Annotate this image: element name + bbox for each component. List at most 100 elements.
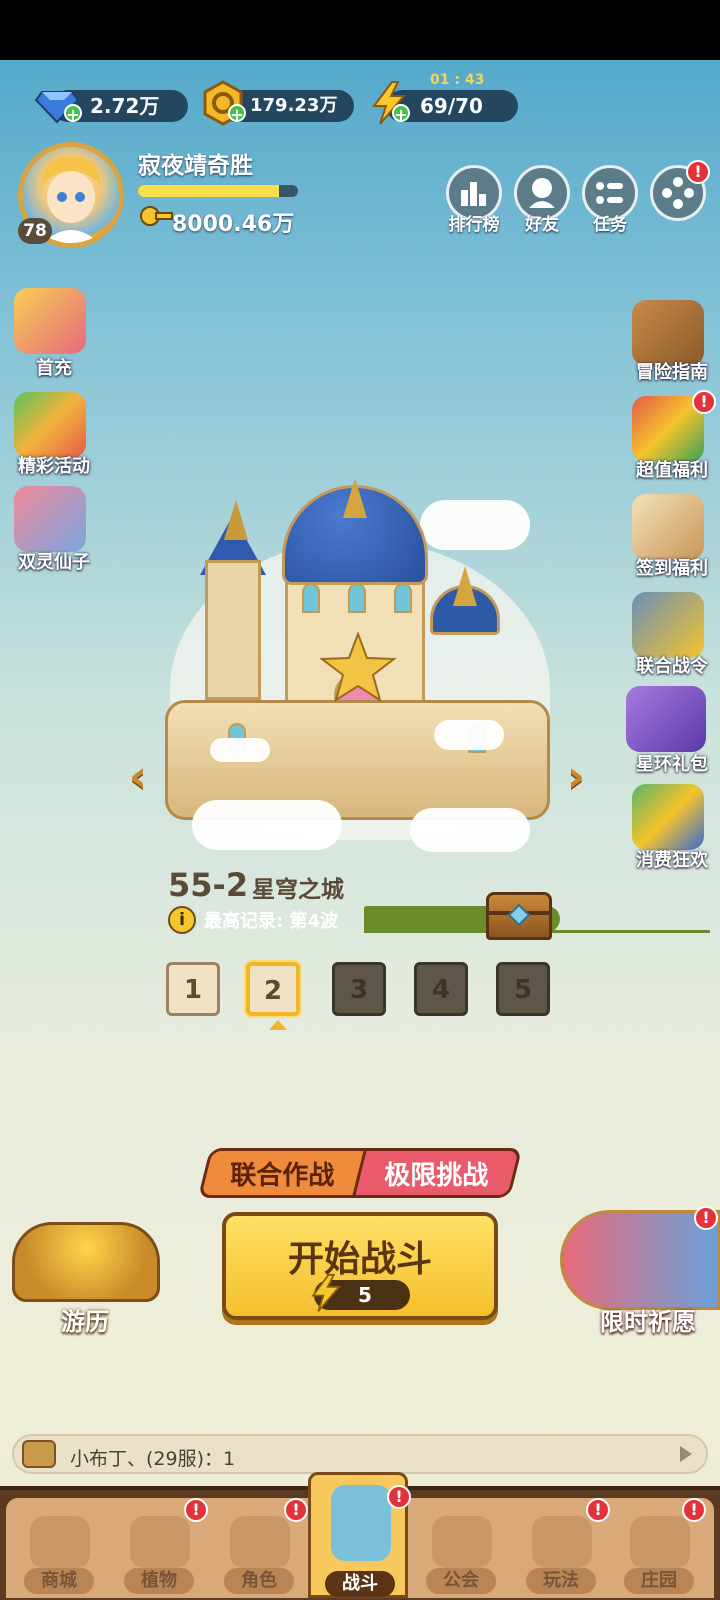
gameplay-icon <box>532 1516 592 1568</box>
add-energy-button[interactable]: + <box>392 104 410 124</box>
checkin-label[interactable]: 签到福利 <box>622 554 720 580</box>
castle-spire <box>453 566 477 606</box>
best-record-text: 最高记录: 第4波 <box>204 911 338 932</box>
notification-badge: ! <box>694 1206 718 1230</box>
notification-badge: ! <box>387 1485 411 1509</box>
bottom-nav-inner: 商城 植物 ! 角色 ! 战斗 ! 公会 玩法 ! 庄园 ! <box>6 1472 714 1598</box>
adventure-guide-label[interactable]: 冒险指南 <box>622 358 720 384</box>
castle-window <box>348 583 366 613</box>
info-icon: i <box>168 906 196 934</box>
nav-manor-label: 庄园 <box>624 1568 694 1594</box>
exp-bar <box>138 185 298 197</box>
start-battle-label: 开始战斗 <box>287 1239 432 1280</box>
lightning-icon <box>306 1272 346 1314</box>
castle-spire <box>224 500 248 540</box>
events-icon[interactable] <box>14 392 86 458</box>
next-stage-arrow[interactable]: › <box>560 755 592 799</box>
current-level-indicator <box>269 1020 287 1030</box>
notification-badge: ! <box>284 1498 308 1522</box>
cloud <box>192 800 342 850</box>
guild-icon <box>432 1516 492 1568</box>
stage-number: 55-2 <box>168 866 249 904</box>
add-diamond-button[interactable]: + <box>64 104 82 124</box>
limit-challenge-tab[interactable]: 极限挑战 <box>351 1148 523 1198</box>
nav-battle-label: 战斗 <box>325 1571 395 1597</box>
nav-gameplay[interactable]: 玩法 ! <box>512 1498 610 1598</box>
spending-carnival-label[interactable]: 消费狂欢 <box>622 846 720 872</box>
first-charge-label[interactable]: 首充 <box>4 354 104 380</box>
notification-badge: ! <box>586 1498 610 1522</box>
level-button-1[interactable]: 1 <box>166 962 220 1016</box>
travel-treasure-icon[interactable] <box>12 1222 160 1302</box>
reward-chest-icon[interactable] <box>486 892 552 940</box>
player-name: 寂夜靖奇胜 <box>138 153 253 179</box>
stage-name: 星穹之城 <box>252 877 344 903</box>
castle-left-tower <box>205 560 261 700</box>
twin-fairy-label[interactable]: 双灵仙子 <box>4 548 104 574</box>
diamond-count: 2.72万 <box>90 94 160 118</box>
value-welfare-label[interactable]: 超值福利 <box>622 456 720 482</box>
cloud <box>210 738 270 762</box>
coop-battle-label: 联合作战 <box>230 1161 335 1191</box>
chat-expand-icon[interactable] <box>680 1446 692 1462</box>
chat-message: 小布丁、(29服)：1 <box>70 1448 236 1470</box>
nav-plants[interactable]: 植物 ! <box>110 1498 208 1598</box>
travel-label[interactable]: 游历 <box>40 1302 130 1337</box>
star-ring-pack-icon[interactable] <box>626 686 706 752</box>
coop-battle-tab[interactable]: 联合作战 <box>197 1148 369 1198</box>
character-icon <box>230 1516 290 1568</box>
battle-pass-icon[interactable] <box>632 592 704 658</box>
manor-icon <box>630 1516 690 1568</box>
notification-badge: ! <box>184 1498 208 1522</box>
battle-pass-label[interactable]: 联合战令 <box>622 652 720 678</box>
star-ring-pack-label[interactable]: 星环礼包 <box>622 750 720 776</box>
cloud <box>410 808 530 852</box>
windmill-icon <box>331 1485 391 1561</box>
nav-plants-label: 植物 <box>124 1568 194 1594</box>
limited-wish-label[interactable]: 限时祈愿 <box>588 1302 708 1337</box>
level-button-3[interactable]: 3 <box>332 962 386 1016</box>
energy-timer: 01 : 43 <box>430 72 485 88</box>
level-button-5[interactable]: 5 <box>496 962 550 1016</box>
start-battle-button[interactable]: 开始战斗 5 <box>222 1212 498 1320</box>
exp-bar-fill <box>138 185 279 197</box>
shop-icon <box>30 1516 90 1568</box>
notification-badge: ! <box>686 160 710 184</box>
energy-cost-value: 5 <box>358 1283 372 1307</box>
add-coin-button[interactable]: + <box>228 104 246 124</box>
nav-characters-label: 角色 <box>224 1568 294 1594</box>
level-button-4[interactable]: 4 <box>414 962 468 1016</box>
checkin-calendar-icon[interactable] <box>632 494 704 560</box>
gold-amount: 8000.46万 <box>172 212 295 237</box>
coin-count: 179.23万 <box>250 95 338 116</box>
nav-battle[interactable]: 战斗 ! <box>308 1472 411 1598</box>
nav-shop[interactable]: 商城 <box>10 1498 108 1598</box>
level-button-2[interactable]: 2 <box>246 962 300 1016</box>
nav-manor[interactable]: 庄园 ! <box>610 1498 708 1598</box>
notification-badge: ! <box>692 390 716 414</box>
friends-label: 好友 <box>525 215 559 235</box>
plant-icon <box>130 1516 190 1568</box>
limit-challenge-label: 极限挑战 <box>384 1161 489 1191</box>
cloud <box>434 720 504 750</box>
castle-spire <box>343 478 367 518</box>
spending-carnival-icon[interactable] <box>632 784 704 850</box>
prev-stage-arrow[interactable]: ‹ <box>122 755 154 799</box>
nav-guild[interactable]: 公会 <box>412 1498 510 1598</box>
status-bar <box>0 0 720 60</box>
gold-key-icon <box>138 198 174 234</box>
chat-bubble-icon <box>22 1440 56 1468</box>
twin-fairy-icon[interactable] <box>14 486 86 552</box>
castle-star-emblem <box>318 631 398 703</box>
adventure-guide-icon[interactable] <box>632 300 704 366</box>
bottom-nav: 商城 植物 ! 角色 ! 战斗 ! 公会 玩法 ! 庄园 ! <box>0 1472 720 1600</box>
chat-bar[interactable]: 小布丁、(29服)：1 <box>12 1434 708 1474</box>
cloud <box>420 500 530 550</box>
nav-characters[interactable]: 角色 ! <box>210 1498 308 1598</box>
first-charge-icon[interactable] <box>14 288 86 354</box>
energy-count: 69/70 <box>420 94 483 118</box>
player-level: 78 <box>18 218 52 244</box>
events-label[interactable]: 精彩活动 <box>4 452 104 478</box>
leaderboard-label: 排行榜 <box>448 215 500 235</box>
nav-gameplay-label: 玩法 <box>526 1568 596 1594</box>
